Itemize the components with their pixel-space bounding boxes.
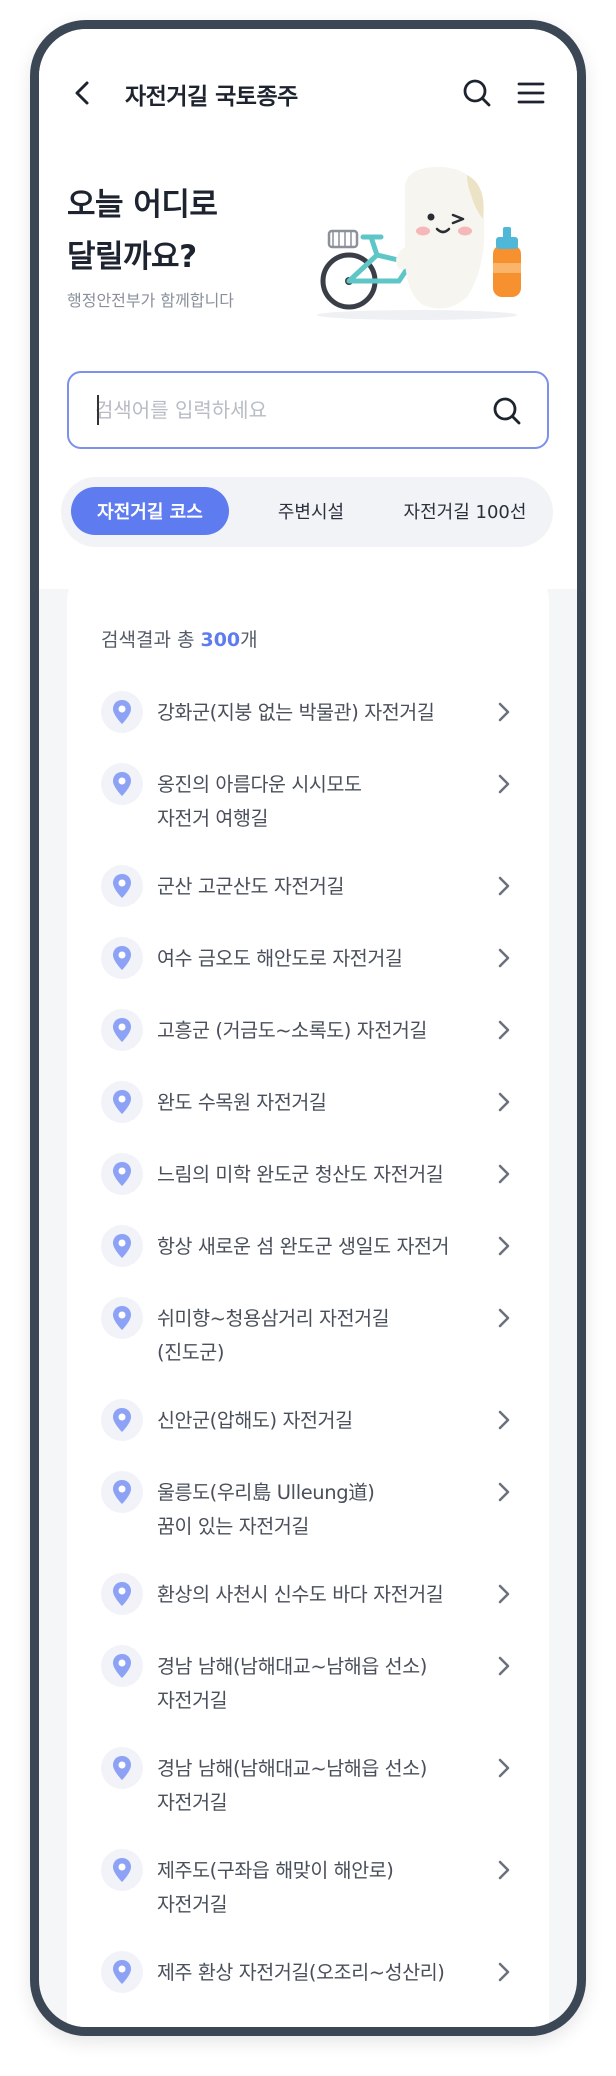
course-name: 항상 새로운 섬 완도군 생일도 자전거: [157, 1235, 450, 1258]
chevron-right-icon: [491, 1089, 517, 1115]
search-icon: [493, 397, 521, 425]
search-submit-button[interactable]: [489, 393, 525, 429]
course-name: 강화군(지붕 없는 박물관) 자전거길: [157, 701, 435, 724]
location-pin-icon: [101, 1645, 143, 1687]
course-name: 환상의 사천시 신수도 바다 자전거길: [157, 1583, 444, 1606]
course-name: 쉬미향~청용삼거리 자전거길 (진도군): [157, 1307, 390, 1364]
course-list-card: 검색결과 총 300개 강화군(지붕 없는 박물관) 자전거길옹진의 아름다운 …: [67, 577, 549, 2027]
course-name: 옹진의 아름다운 시시모도 자전거 여행길: [157, 773, 362, 830]
location-pin-icon: [101, 763, 143, 805]
course-name: 제주도(구좌읍 해맞이 해안로) 자전거길: [157, 1859, 394, 1916]
search-icon: [463, 79, 491, 107]
chevron-right-icon: [491, 1959, 517, 1985]
back-button[interactable]: [67, 75, 97, 111]
course-name: 울릉도(우리島 Ulleung道) 꿈이 있는 자전거길: [157, 1481, 375, 1538]
text-caret: [97, 395, 99, 425]
search-input[interactable]: [95, 391, 475, 429]
chevron-right-icon: [491, 699, 517, 725]
app-header: 자전거길 국토종주: [39, 63, 577, 123]
location-pin-icon: [101, 937, 143, 979]
result-suffix: 개: [240, 629, 258, 651]
course-name: 경남 남해(남해대교~남해읍 선소) 자전거길: [157, 1655, 427, 1712]
hero-title-line1: 오늘 어디로: [67, 187, 218, 223]
category-tabs: 자전거길 코스 주변시설 자전거길 100선: [61, 477, 553, 547]
chevron-right-icon: [491, 1755, 517, 1781]
hero-subtitle: 행정안전부가 함께합니다: [67, 291, 235, 310]
location-pin-icon: [101, 1009, 143, 1051]
chevron-right-icon: [491, 1857, 517, 1883]
location-pin-icon: [101, 1081, 143, 1123]
result-number: 300: [200, 629, 241, 651]
chevron-right-icon: [491, 1233, 517, 1259]
location-pin-icon: [101, 865, 143, 907]
course-name: 제주 환상 자전거길(오조리~성산리): [157, 1961, 445, 1984]
chevron-right-icon: [491, 1581, 517, 1607]
course-name: 경남 남해(남해대교~남해읍 선소) 자전거길: [157, 1757, 427, 1814]
result-prefix: 검색결과 총: [101, 629, 201, 651]
phone-frame: 자전거길 국토종주 오늘 어디로 달릴까요? 행정안전부가 함께합니다 검색어를…: [30, 20, 586, 2036]
chevron-right-icon: [491, 771, 517, 797]
search-field: [67, 371, 549, 449]
chevron-right-icon: [491, 1161, 517, 1187]
chevron-right-icon: [491, 945, 517, 971]
menu-button[interactable]: [513, 75, 549, 111]
chevron-left-icon: [75, 81, 89, 105]
top-section: 자전거길 국토종주 오늘 어디로 달릴까요? 행정안전부가 함께합니다 검색어를…: [39, 29, 577, 589]
chevron-right-icon: [491, 1653, 517, 1679]
result-count: 검색결과 총 300개: [101, 625, 258, 652]
chevron-right-icon: [491, 1479, 517, 1505]
course-name: 군산 고군산도 자전거길: [157, 875, 344, 898]
hamburger-icon: [517, 82, 545, 104]
page-title: 자전거길 국토종주: [125, 84, 298, 110]
tab-bike-100[interactable]: 자전거길 100선: [383, 487, 547, 535]
hero-title-line2: 달릴까요?: [67, 239, 197, 275]
tab-nearby-facilities[interactable]: 주변시설: [247, 487, 375, 535]
location-pin-icon: [101, 691, 143, 733]
location-pin-icon: [101, 1153, 143, 1195]
location-pin-icon: [101, 1225, 143, 1267]
location-pin-icon: [101, 1951, 143, 1993]
location-pin-icon: [101, 1747, 143, 1789]
course-name: 느림의 미학 완도군 청산도 자전거길: [157, 1163, 444, 1186]
chevron-right-icon: [491, 1017, 517, 1043]
location-pin-icon: [101, 1471, 143, 1513]
mascot-bicycle-illustration: [317, 167, 521, 320]
header-search-button[interactable]: [459, 75, 495, 111]
course-name: 고흥군 (거금도~소록도) 자전거길: [157, 1019, 427, 1042]
tab-bike-courses[interactable]: 자전거길 코스: [71, 487, 229, 535]
course-name: 여수 금오도 해안도로 자전거길: [157, 947, 403, 970]
course-name: 완도 수목원 자전거길: [157, 1091, 327, 1114]
hero-title: 오늘 어디로 달릴까요?: [67, 179, 218, 283]
chevron-right-icon: [491, 1305, 517, 1331]
chevron-right-icon: [491, 1407, 517, 1433]
location-pin-icon: [101, 1399, 143, 1441]
chevron-right-icon: [491, 873, 517, 899]
location-pin-icon: [101, 1849, 143, 1891]
location-pin-icon: [101, 1573, 143, 1615]
location-pin-icon: [101, 1297, 143, 1339]
course-name: 신안군(압해도) 자전거길: [157, 1409, 353, 1432]
